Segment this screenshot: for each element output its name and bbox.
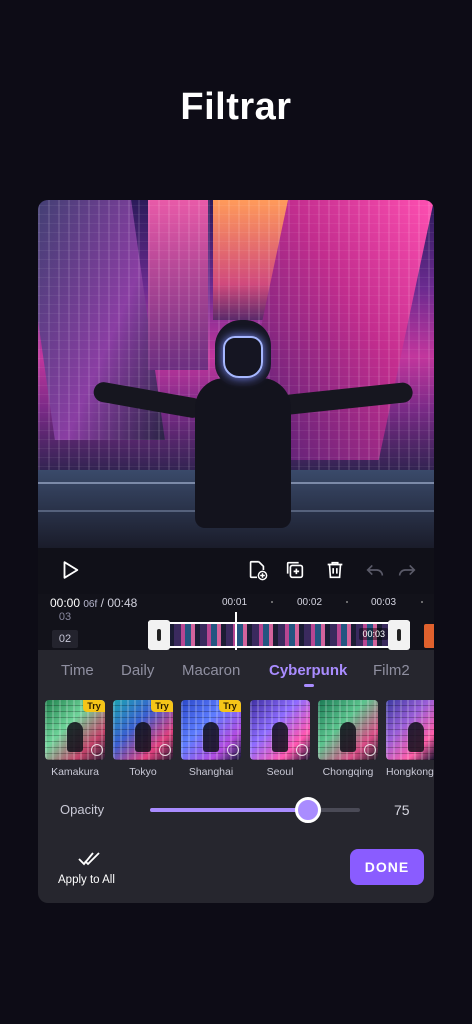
tab-cyberpunk[interactable]: Cyberpunk: [269, 662, 347, 679]
filter-label: Tokyo: [129, 766, 157, 778]
preview-figure: [203, 722, 219, 752]
next-clip-edge[interactable]: [424, 624, 434, 648]
filter-label: Kamakura: [51, 766, 99, 778]
preview-figure: [67, 722, 83, 752]
timeline[interactable]: 00:00 06f / 00:48 00:01 00:02 00:03 03 0…: [38, 594, 434, 650]
clip-duration: 00:03: [359, 628, 388, 640]
tab-time[interactable]: Time: [61, 662, 94, 679]
undo-icon[interactable]: [363, 558, 387, 582]
opacity-slider-thumb[interactable]: [294, 797, 321, 823]
filter-seoul[interactable]: [250, 700, 310, 760]
trash-icon[interactable]: [323, 558, 347, 582]
filter-list: Try Kamakura Try Tokyo Try Shanghai Seou…: [45, 700, 434, 780]
double-check-icon: [78, 852, 100, 866]
track-label[interactable]: 03: [52, 612, 78, 622]
done-button[interactable]: DONE: [350, 849, 424, 885]
download-icon: [296, 744, 308, 756]
preview-figure: [340, 722, 356, 752]
opacity-value: 75: [394, 802, 410, 818]
time-readout: 00:00 06f / 00:48: [50, 596, 137, 610]
filter-category-tabs: Time Daily Macaron Cyberpunk Film2: [38, 662, 434, 688]
download-icon: [91, 744, 103, 756]
opacity-slider[interactable]: [150, 797, 360, 823]
clip-trim-handle-left[interactable]: [148, 620, 170, 650]
download-icon: [227, 744, 239, 756]
page-title: Filtrar: [180, 86, 292, 128]
editor-card: 00:00 06f / 00:48 00:01 00:02 00:03 03 0…: [38, 200, 434, 903]
try-badge: Try: [219, 700, 241, 712]
playback-toolbar: [38, 548, 434, 594]
filter-tokyo[interactable]: Try: [113, 700, 173, 760]
apply-to-all-label: Apply to All: [58, 874, 115, 886]
time-separator: /: [100, 596, 104, 610]
download-icon: [364, 744, 376, 756]
try-badge: Try: [83, 700, 105, 712]
preview-figure: [135, 722, 151, 752]
apply-to-all-button[interactable]: Apply to All: [54, 850, 124, 892]
tab-macaron[interactable]: Macaron: [182, 662, 240, 679]
filter-label: Chongqing: [322, 766, 374, 778]
video-preview[interactable]: [38, 200, 434, 548]
tick-label: 00:01: [222, 597, 248, 608]
playhead[interactable]: [235, 612, 237, 650]
download-icon: [159, 744, 171, 756]
torso: [195, 378, 291, 528]
total-time: 00:48: [107, 596, 138, 610]
play-icon[interactable]: [58, 558, 82, 582]
tab-film2[interactable]: Film2: [373, 662, 410, 679]
filter-chongqing[interactable]: [318, 700, 378, 760]
active-tab-indicator: [304, 684, 314, 687]
filter-kamakura[interactable]: Try: [45, 700, 105, 760]
redo-icon[interactable]: [395, 558, 419, 582]
try-badge: Try: [151, 700, 173, 712]
tick-label: 00:03: [371, 597, 397, 608]
masked-figure: [92, 320, 414, 540]
clip-trim-handle-right[interactable]: [388, 620, 410, 650]
opacity-slider-fill: [150, 808, 308, 812]
duplicate-icon[interactable]: [283, 558, 307, 582]
opacity-label: Opacity: [60, 802, 105, 817]
filter-label: Hongkong: [386, 766, 434, 778]
filter-hongkong[interactable]: [386, 700, 434, 760]
preview-figure: [272, 722, 288, 752]
tick-label: 00:02: [297, 597, 323, 608]
tick-dot: [421, 601, 423, 603]
filter-label: Shanghai: [188, 766, 234, 778]
filter-label: Seoul: [266, 766, 294, 778]
filter-panel: Time Daily Macaron Cyberpunk Film2 Try K…: [38, 650, 434, 903]
tick-dot: [346, 601, 348, 603]
tab-daily[interactable]: Daily: [121, 662, 154, 679]
track-label[interactable]: 02: [52, 630, 78, 648]
add-clip-icon[interactable]: [245, 558, 269, 582]
video-clip[interactable]: 00:03: [148, 622, 410, 648]
neon-mask: [223, 336, 263, 378]
preview-figure: [408, 722, 424, 752]
tick-dot: [271, 601, 273, 603]
current-frame: 06f: [83, 599, 98, 610]
current-time: 00:00: [50, 596, 81, 610]
filter-shanghai[interactable]: Try: [181, 700, 241, 760]
